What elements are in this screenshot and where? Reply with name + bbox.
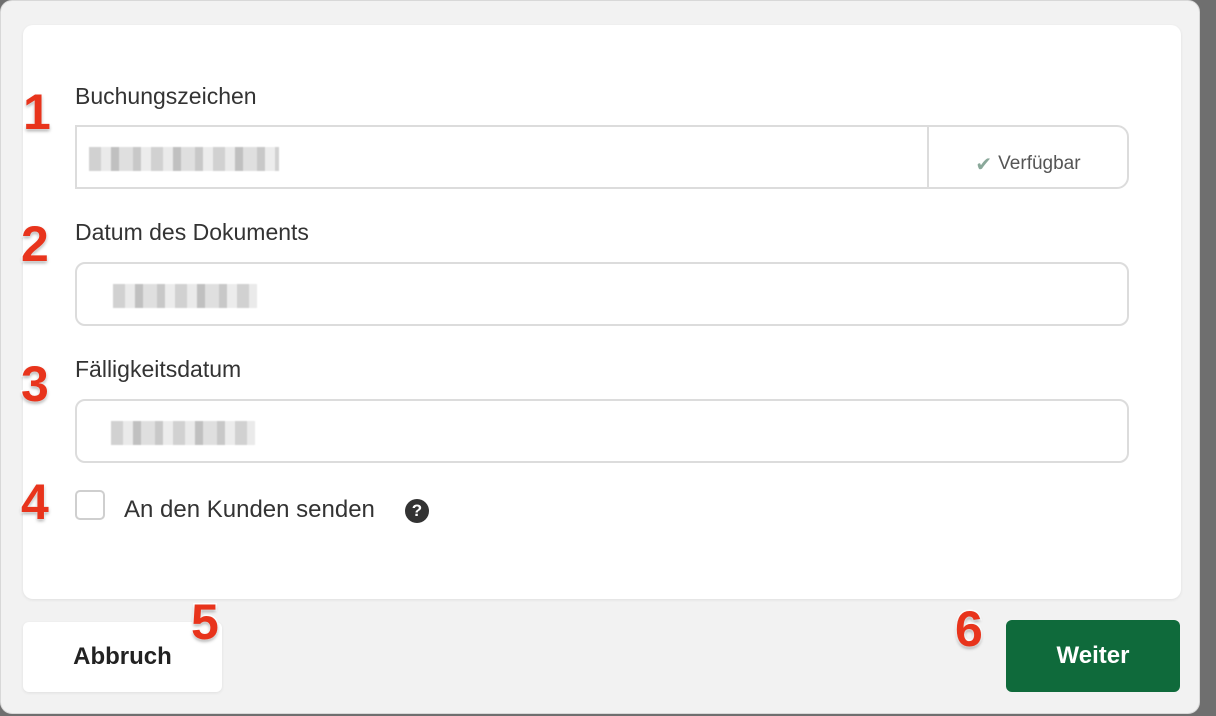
annotation-4: 4 (20, 474, 51, 530)
annotation-1: 1 (22, 84, 53, 140)
availability-addon: ✔ Verfügbar (927, 127, 1127, 187)
redacted-value (89, 147, 279, 171)
due-date-field[interactable] (75, 399, 1129, 463)
next-button[interactable]: Weiter (1006, 620, 1180, 692)
send-to-customer-checkbox[interactable] (75, 490, 105, 520)
dialog: Buchungszeichen ✔ Verfügbar Datum des Do… (0, 0, 1200, 714)
booking-ref-label: Buchungszeichen (75, 83, 257, 109)
send-to-customer-label: An den Kunden senden (124, 496, 375, 523)
check-icon: ✔ (975, 153, 993, 176)
booking-ref-field[interactable]: ✔ Verfügbar (75, 125, 1129, 189)
redacted-value (113, 284, 257, 308)
document-date-label: Datum des Dokuments (75, 219, 309, 245)
annotation-2: 2 (20, 216, 51, 272)
question-circle-icon[interactable]: ? (405, 499, 429, 523)
annotation-6: 6 (954, 601, 985, 657)
document-date-field[interactable] (75, 262, 1129, 326)
redacted-value (111, 421, 255, 445)
availability-text: Verfügbar (998, 153, 1081, 174)
annotation-3: 3 (20, 356, 51, 412)
annotation-5: 5 (190, 594, 221, 650)
due-date-label: Fälligkeitsdatum (75, 356, 242, 382)
